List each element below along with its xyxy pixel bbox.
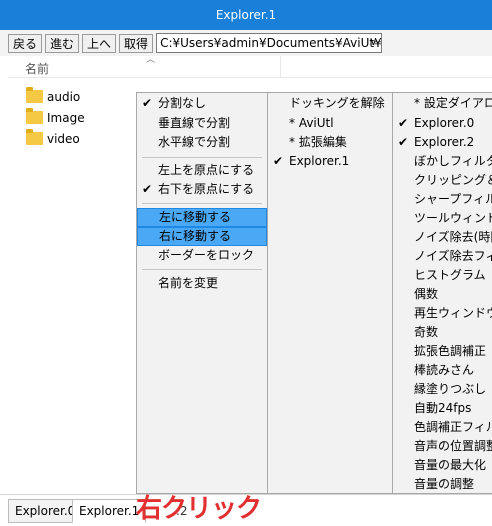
menu-item-dock-aviutl[interactable]: * AviUtl (268, 114, 392, 133)
context-menu: ✔ 分割なし 垂直線で分割 水平線で分割 左上を原点にする ✔ 右下を原点にする… (136, 92, 268, 494)
menu-item-window[interactable]: ✔ Explorer.0 (393, 114, 492, 133)
list-item[interactable]: audio (26, 86, 85, 107)
menu-item-split-none[interactable]: ✔ 分割なし (137, 94, 267, 113)
forward-button[interactable]: 進む (45, 33, 80, 53)
file-list: audio Image video (26, 86, 85, 149)
menu-item-move-left[interactable]: 左に移動する (137, 208, 267, 227)
chevron-down-icon[interactable]: ∨ (370, 37, 377, 48)
menu-item-move-right[interactable]: 右に移動する (137, 227, 267, 246)
up-button[interactable]: 上へ (82, 33, 117, 53)
path-combobox[interactable]: C:¥Users¥admin¥Documents¥AviUt¥p ∨ (156, 33, 383, 53)
folder-icon (26, 108, 43, 124)
list-item-label: video (47, 131, 80, 146)
menu-item-window[interactable]: 色調補正フィルタ (393, 418, 492, 437)
get-button[interactable]: 取得 (119, 33, 154, 53)
window-list-submenu: * 設定ダイアログ ✔Explorer.0 ✔Explorer.2 ぼかしフィル… (392, 92, 492, 494)
list-item-label: Image (47, 110, 85, 125)
menu-item-split-horizontal[interactable]: 水平線で分割 (137, 133, 267, 152)
window-title: Explorer.1 (215, 8, 277, 22)
menu-item-window[interactable]: 縁塗りつぶし (393, 380, 492, 399)
menu-item-origin-top-left[interactable]: 左上を原点にする (137, 161, 267, 180)
menu-item-window[interactable]: ✔ Explorer.2 (393, 133, 492, 152)
menu-item-rename[interactable]: 名前を変更 (137, 274, 267, 293)
menu-item-window[interactable]: シャープフィルタ (393, 190, 492, 209)
menu-item-window[interactable]: ノイズ除去フィルタ (393, 247, 492, 266)
menu-item-window[interactable]: 拡張色調補正 (393, 342, 492, 361)
menu-item-window[interactable]: 音声の位置調整 (393, 437, 492, 456)
back-button[interactable]: 戻る (8, 33, 43, 53)
check-icon: ✔ (273, 154, 284, 168)
docking-submenu: ドッキングを解除 * AviUtl * 拡張編集 ✔ Explorer.1 (267, 92, 393, 494)
menu-separator (142, 157, 262, 158)
menu-item-window[interactable]: 音量の最大化 (393, 456, 492, 475)
list-item-label: audio (47, 89, 81, 104)
check-icon: ✔ (142, 96, 153, 110)
menu-item-undock[interactable]: ドッキングを解除 (268, 94, 392, 113)
menu-item-window[interactable]: 奇数 (393, 323, 492, 342)
list-item[interactable]: Image (26, 107, 85, 128)
menu-item-dock-explorer1[interactable]: ✔ Explorer.1 (268, 152, 392, 171)
menu-item-window[interactable]: ヒストグラム (393, 266, 492, 285)
menu-item-window[interactable]: ぼかしフィルタ (393, 152, 492, 171)
menu-item-window[interactable]: クリッピング＆リサ (393, 171, 492, 190)
column-header-name[interactable]: 名前 (25, 60, 49, 77)
path-text: C:¥Users¥admin¥Documents¥AviUt¥p (160, 36, 383, 50)
check-icon: ✔ (398, 116, 409, 130)
menu-item-window[interactable]: 棒読みさん (393, 361, 492, 380)
menu-separator (142, 203, 262, 204)
check-icon: ✔ (398, 135, 409, 149)
menu-item-window[interactable]: ノイズ除去(時間軸 (393, 228, 492, 247)
menu-item-origin-bottom-right[interactable]: ✔ 右下を原点にする (137, 180, 267, 199)
check-icon: ✔ (142, 182, 153, 196)
sort-chevron-icon: ︿ (146, 55, 156, 65)
column-divider[interactable] (280, 56, 281, 78)
menu-item-window[interactable]: ツールウィンドウ (393, 209, 492, 228)
menu-item-window[interactable]: 音量の調整 (393, 475, 492, 493)
folder-icon (26, 87, 43, 103)
menu-item-split-vertical[interactable]: 垂直線で分割 (137, 114, 267, 133)
list-item[interactable]: video (26, 128, 85, 149)
menu-item-window[interactable]: 再生ウィンドウ (393, 304, 492, 323)
menu-separator (142, 269, 262, 270)
toolbar: 戻る 進む 上へ 取得 C:¥Users¥admin¥Documents¥Avi… (0, 30, 492, 56)
menu-item-lock-border[interactable]: ボーダーをロック (137, 246, 267, 265)
annotation-right-click: 右クリック (136, 494, 262, 524)
list-header: 名前 ︿ (8, 55, 492, 78)
folder-icon (26, 129, 43, 145)
title-bar: Explorer.1 (0, 0, 492, 30)
menu-item-window[interactable]: 偶数 (393, 285, 492, 304)
menu-item-window[interactable]: * 設定ダイアログ (393, 94, 492, 113)
menu-item-dock-ext-edit[interactable]: * 拡張編集 (268, 133, 392, 152)
menu-item-window[interactable]: 自動24fps (393, 399, 492, 418)
